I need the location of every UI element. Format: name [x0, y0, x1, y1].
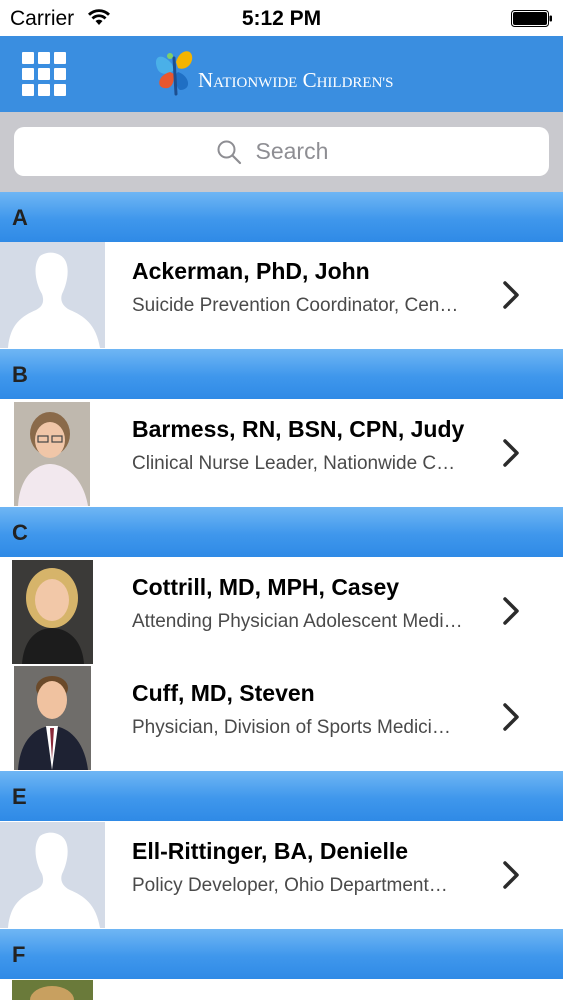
list-item[interactable]: Cuff, MD, Steven Physician, Division of … [0, 664, 563, 770]
chevron-right-icon [503, 597, 519, 625]
search-icon [217, 140, 241, 164]
contact-subtitle: Physician, Division of Sports Medici… [132, 717, 451, 738]
nationwide-childrens-logo: NATIONWIDE CHILDREN'S [150, 46, 430, 102]
list-item[interactable] [0, 980, 563, 1000]
contact-name: Cottrill, MD, MPH, Casey [132, 574, 400, 600]
profile-photo [0, 664, 105, 770]
section-header-a: A [0, 192, 563, 242]
contact-subtitle: Clinical Nurse Leader, Nationwide C… [132, 453, 456, 474]
section-letter: C [12, 520, 28, 545]
profile-photo [0, 980, 105, 1000]
section-header-e: E [0, 771, 563, 821]
avatar [0, 980, 105, 1000]
avatar [0, 558, 105, 664]
contact-subtitle: Policy Developer, Ohio Department… [132, 875, 448, 896]
section-letter: E [12, 784, 27, 809]
avatar [0, 664, 105, 770]
menu-grid-button[interactable] [22, 52, 66, 96]
list-item[interactable]: Cottrill, MD, MPH, Casey Attending Physi… [0, 558, 563, 664]
chevron-right-icon [503, 439, 519, 467]
search-input[interactable] [253, 137, 348, 166]
contact-name: Barmess, RN, BSN, CPN, Judy [132, 416, 465, 442]
section-header-b: B [0, 349, 563, 399]
search-box[interactable] [14, 127, 549, 176]
section-header-c: C [0, 507, 563, 557]
section-letter: F [12, 942, 26, 967]
profile-photo [0, 400, 105, 506]
avatar [0, 400, 105, 506]
person-silhouette-icon [0, 822, 105, 928]
avatar [0, 822, 105, 928]
status-time: 5:12 PM [241, 7, 322, 30]
list-item[interactable]: Barmess, RN, BSN, CPN, Judy Clinical Nur… [0, 400, 563, 506]
contact-name: Cuff, MD, Steven [132, 680, 315, 706]
search-bar-container [0, 112, 563, 192]
chevron-right-icon [503, 281, 519, 309]
list-item[interactable]: Ell-Rittinger, BA, Denielle Policy Devel… [0, 822, 563, 928]
list-item[interactable]: Ackerman, PhD, John Suicide Prevention C… [0, 242, 563, 348]
grid-icon [22, 52, 34, 64]
status-bar: Carrier 5:12 PM [0, 0, 563, 36]
profile-photo [0, 558, 105, 664]
contact-subtitle: Suicide Prevention Coordinator, Cen… [132, 295, 459, 316]
chevron-right-icon [503, 861, 519, 889]
app-header: NATIONWIDE CHILDREN'S [0, 36, 563, 112]
contact-subtitle: Attending Physician Adolescent Medi… [132, 611, 463, 632]
battery-icon [511, 10, 552, 27]
contact-name: Ackerman, PhD, John [132, 258, 370, 284]
contact-name: Ell-Rittinger, BA, Denielle [132, 838, 409, 864]
logo-wordmark: NATIONWIDE CHILDREN'S [198, 68, 394, 92]
section-header-f: F [0, 929, 563, 979]
avatar [0, 242, 105, 348]
chevron-right-icon [503, 703, 519, 731]
section-letter: B [12, 362, 28, 387]
person-silhouette-icon [0, 242, 105, 348]
section-letter: A [12, 205, 28, 230]
